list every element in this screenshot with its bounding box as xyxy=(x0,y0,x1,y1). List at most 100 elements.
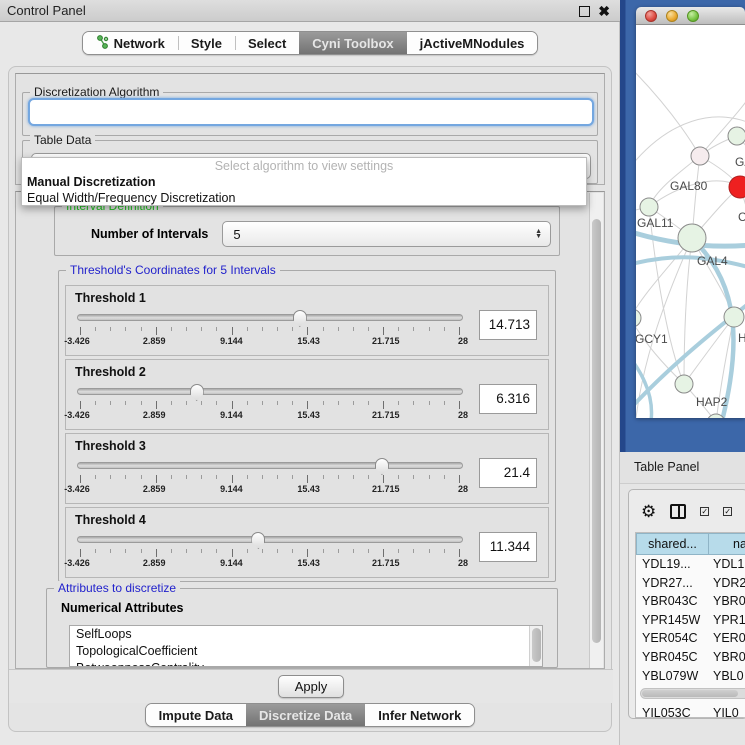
network-edge[interactable] xyxy=(636,257,745,268)
thresholds-title: Threshold's Coordinates for 5 Intervals xyxy=(66,263,280,277)
table-cell[interactable]: YER0 xyxy=(709,629,745,648)
network-edge[interactable] xyxy=(636,63,700,156)
table-cell[interactable]: YDR2 xyxy=(709,574,745,593)
table-cell[interactable]: YIL053C xyxy=(636,704,709,719)
table-cell[interactable]: YPR145W xyxy=(636,611,709,630)
slider-track[interactable] xyxy=(77,462,463,469)
slider-track[interactable] xyxy=(77,388,463,395)
attributes-frame: Attributes to discretize Numerical Attri… xyxy=(46,588,558,668)
dropdown-option-manual[interactable]: Manual Discretization xyxy=(22,174,586,190)
table-cell[interactable]: YBR0 xyxy=(709,592,745,611)
network-edge[interactable] xyxy=(636,117,745,175)
table-cell[interactable]: YBL079W xyxy=(636,667,709,686)
zoom-traffic-light-icon[interactable] xyxy=(687,10,699,22)
network-node[interactable] xyxy=(678,224,706,252)
table-cell[interactable]: YBR0 xyxy=(709,648,745,667)
table-row[interactable]: YDR27...YDR2 xyxy=(636,574,745,593)
tick-label: 15.43 xyxy=(297,484,320,494)
table-cell[interactable]: YIL0 xyxy=(709,704,745,719)
number-of-intervals-combo[interactable]: 5 ▲▼ xyxy=(222,221,551,247)
table-horizontal-scrollbar[interactable] xyxy=(640,688,745,699)
numerical-attributes-list: SelfLoopsTopologicalCoefficientBetweenne… xyxy=(69,625,543,667)
network-node[interactable] xyxy=(691,147,709,165)
threshold-slider[interactable] xyxy=(77,458,463,474)
settings-scroll-region: Interval Definition Number of Intervals … xyxy=(15,191,605,669)
close-icon[interactable]: ✖ xyxy=(598,6,610,17)
algorithm-combo[interactable] xyxy=(28,98,594,126)
table-panel-titlebar: Table Panel xyxy=(620,452,745,484)
attribute-list-item[interactable]: BetweennessCentrality xyxy=(70,660,542,667)
checkbox-icon[interactable]: ✓ xyxy=(700,507,709,516)
slider-thumb[interactable] xyxy=(251,532,265,549)
slider-track[interactable] xyxy=(77,536,463,543)
table-cell[interactable]: YDR27... xyxy=(636,574,709,593)
gear-icon[interactable]: ⚙ xyxy=(641,503,656,520)
network-edge[interactable] xyxy=(636,318,684,384)
network-canvas[interactable]: GAL80GACGAL11GAL4GCY1HHAP2 xyxy=(636,25,745,418)
threshold-value-field[interactable]: 11.344 xyxy=(479,532,537,562)
bottom-tab-discretize-data[interactable]: Discretize Data xyxy=(246,704,365,726)
slider-track[interactable] xyxy=(77,314,463,321)
table-toolbar: ⚙ ✓ ✓ xyxy=(629,490,745,532)
slider-ticks xyxy=(77,327,463,335)
threshold-value-field[interactable]: 14.713 xyxy=(479,310,537,340)
table-row[interactable]: YPR145WYPR1 xyxy=(636,611,745,630)
threshold-value-field[interactable]: 6.316 xyxy=(479,384,537,414)
settings-scrollbar[interactable] xyxy=(589,193,603,669)
threshold-value-field[interactable]: 21.4 xyxy=(479,458,537,488)
threshold-slider[interactable] xyxy=(77,384,463,400)
network-node[interactable] xyxy=(640,198,658,216)
threshold-label: Threshold 1 xyxy=(75,291,539,305)
attribute-list-item[interactable]: SelfLoops xyxy=(70,626,542,643)
table-row[interactable]: YDL19...YDL1 xyxy=(636,555,745,574)
minimize-traffic-light-icon[interactable] xyxy=(666,10,678,22)
slider-thumb[interactable] xyxy=(375,458,389,475)
table-cell[interactable]: YBR043C xyxy=(636,592,709,611)
slider-thumb[interactable] xyxy=(190,384,204,401)
table-row[interactable]: YBL079WYBL0 xyxy=(636,667,745,686)
network-edge[interactable] xyxy=(684,238,692,384)
tab-network[interactable]: Network xyxy=(83,32,178,54)
bottom-tab-impute-data[interactable]: Impute Data xyxy=(146,704,246,726)
slider-thumb[interactable] xyxy=(293,310,307,327)
network-node-label: GCY1 xyxy=(636,332,668,346)
table-row[interactable]: YBR043CYBR0 xyxy=(636,592,745,611)
table-row[interactable]: YBR045CYBR0 xyxy=(636,648,745,667)
bottom-tab-infer-network[interactable]: Infer Network xyxy=(365,704,474,726)
threshold-slider[interactable] xyxy=(77,532,463,548)
threshold-slider[interactable] xyxy=(77,310,463,326)
columns-icon[interactable] xyxy=(670,504,686,519)
tab-jactivemnodules[interactable]: jActiveMNodules xyxy=(407,32,538,54)
column-header-shared-name[interactable]: shared... xyxy=(636,533,709,555)
table-cell[interactable]: YDL19... xyxy=(636,555,709,574)
float-window-icon[interactable] xyxy=(579,6,590,17)
table-row[interactable]: YIL053CYIL0 xyxy=(636,704,745,719)
table-cell[interactable]: YER054C xyxy=(636,629,709,648)
attributes-scrollbar[interactable] xyxy=(529,626,542,666)
tab-select[interactable]: Select xyxy=(235,32,299,54)
network-node[interactable] xyxy=(675,375,693,393)
close-traffic-light-icon[interactable] xyxy=(645,10,657,22)
attribute-list-item[interactable]: TopologicalCoefficient xyxy=(70,643,542,660)
tab-style[interactable]: Style xyxy=(178,32,235,54)
table-horizontal-scrollbar-thumb[interactable] xyxy=(642,690,738,697)
dropdown-option-equal-width[interactable]: Equal Width/Frequency Discretization xyxy=(22,190,586,206)
column-header-name[interactable]: na xyxy=(709,533,745,555)
apply-button[interactable]: Apply xyxy=(278,675,344,698)
network-node[interactable] xyxy=(724,307,744,327)
checkbox-icon[interactable]: ✓ xyxy=(723,507,732,516)
tab-cyni-toolbox[interactable]: Cyni Toolbox xyxy=(299,32,406,54)
dropdown-prompt[interactable]: Select algorithm to view settings xyxy=(22,158,586,174)
network-graph: GAL80GACGAL11GAL4GCY1HHAP2 xyxy=(636,25,745,418)
table-cell[interactable]: YDL1 xyxy=(709,555,745,574)
network-node[interactable] xyxy=(636,309,641,327)
table-header-row: shared... na xyxy=(636,533,745,555)
network-node[interactable] xyxy=(728,127,745,145)
table-row[interactable]: YER054CYER0 xyxy=(636,629,745,648)
table-cell[interactable]: YPR1 xyxy=(709,611,745,630)
table-cell[interactable]: YBL0 xyxy=(709,667,745,686)
network-window[interactable]: GAL80GACGAL11GAL4GCY1HHAP2 xyxy=(636,7,745,418)
tab-label: Style xyxy=(191,36,222,51)
table-cell[interactable]: YBR045C xyxy=(636,648,709,667)
tick-label: 9.144 xyxy=(220,484,243,494)
